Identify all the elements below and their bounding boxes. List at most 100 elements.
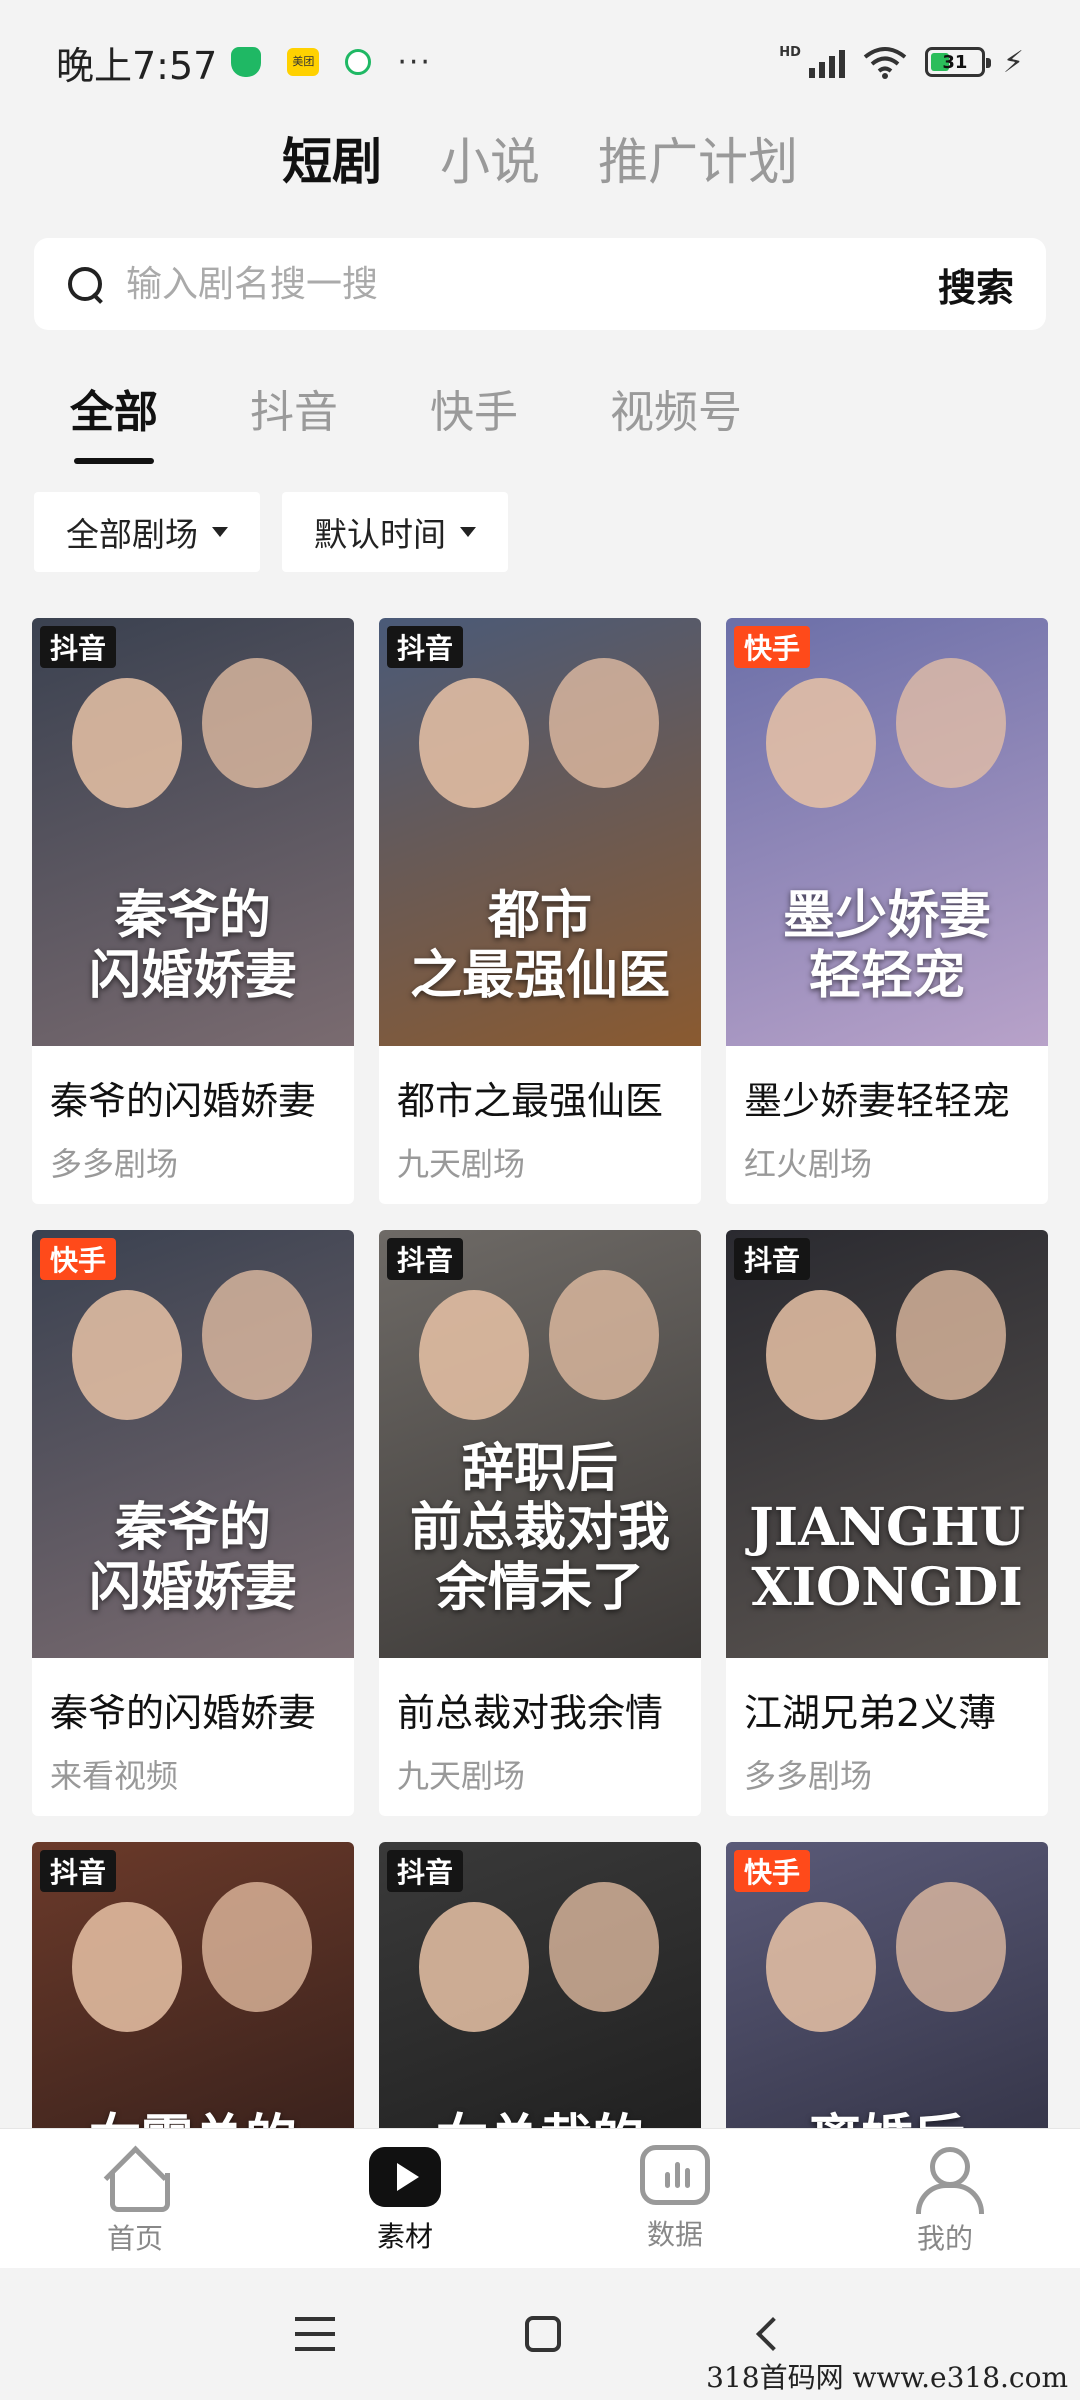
actor-figure bbox=[419, 678, 529, 808]
chart-icon bbox=[640, 2145, 710, 2205]
poster-title: 墨少娇妻 轻轻宠 bbox=[782, 885, 991, 1007]
tab-novel[interactable]: 小说 bbox=[440, 122, 540, 194]
actor-figure bbox=[202, 1270, 312, 1400]
nav-home[interactable]: 首页 bbox=[0, 2129, 270, 2268]
drama-card[interactable]: 秦爷的 闪婚娇妻 抖音秦爷的闪婚娇妻多多剧场 bbox=[32, 618, 354, 1204]
drama-card[interactable]: 都市 之最强仙医 抖音都市之最强仙医九天剧场 bbox=[379, 618, 701, 1204]
tab-kuaishou[interactable]: 快手 bbox=[430, 376, 518, 464]
signal-icon bbox=[808, 46, 845, 78]
watermark: 318首码网 www.e318.com bbox=[706, 2361, 1068, 2394]
search-button[interactable]: 搜索 bbox=[938, 257, 1014, 312]
drama-card[interactable]: 秦爷的 闪婚娇妻 快手秦爷的闪婚娇妻来看视频 bbox=[32, 1230, 354, 1816]
home-icon bbox=[100, 2145, 170, 2212]
tab-video-account[interactable]: 视频号 bbox=[610, 376, 742, 464]
actor-figure bbox=[202, 1882, 312, 2012]
platform-badge: 抖音 bbox=[387, 1850, 464, 1892]
drama-title: 都市之最强仙医 bbox=[397, 1079, 664, 1123]
drama-card[interactable]: 女总裁的 最强司机 抖音 bbox=[379, 1842, 701, 2128]
actor-figure bbox=[896, 1882, 1006, 2012]
drama-poster: 墨少娇妻 轻轻宠 快手 bbox=[726, 618, 1048, 1046]
drama-poster: 都市 之最强仙医 抖音 bbox=[379, 618, 701, 1046]
poster-title: 辞职后 前总裁对我 余情未了 bbox=[409, 1437, 670, 1619]
drama-grid: 秦爷的 闪婚娇妻 抖音 秦爷的闪婚娇妻 多多剧场 都市 之最强仙医 抖音 都市之最强仙医 九天… bbox=[32, 618, 1048, 2128]
bottom-nav: 首页 素材 数据 我的 bbox=[0, 2128, 1080, 2268]
nav-materials[interactable]: 素材 bbox=[270, 2129, 540, 2268]
nav-materials-label: 素材 bbox=[376, 2220, 433, 2253]
theater-filter-label: 全部剧场 bbox=[66, 515, 198, 554]
platform-badge: 抖音 bbox=[40, 626, 117, 668]
actor-figure bbox=[549, 1270, 659, 1400]
drama-card[interactable]: 辞职后 前总裁对我 余情未了 抖音 前总裁对我余情 九天剧场 bbox=[379, 1230, 701, 1816]
platform-badge: 抖音 bbox=[734, 1238, 811, 1280]
filter-bar: 全部剧场 默认时间 bbox=[34, 492, 508, 572]
drama-card[interactable]: 女霸总的 贴身神医 抖音 bbox=[32, 1842, 354, 2128]
platform-tabs: 全部 抖音 快手 视频号 bbox=[70, 376, 742, 466]
nav-data-label: 数据 bbox=[646, 2218, 703, 2251]
actor-figure bbox=[766, 1290, 876, 1420]
platform-badge: 抖音 bbox=[387, 1238, 464, 1280]
platform-badge: 快手 bbox=[734, 1850, 811, 1892]
drama-poster: 女总裁的 最强司机 抖音 bbox=[379, 1842, 701, 2128]
meituan-icon: 美团 bbox=[287, 48, 320, 76]
system-indicators: HD 31 ⚡ bbox=[779, 45, 1024, 80]
drama-card[interactable]: 墨少娇妻 轻轻宠 快手墨少娇妻轻轻宠红火剧场 bbox=[726, 618, 1048, 1204]
theater-name: 来看视频 bbox=[50, 1757, 179, 1795]
platform-badge: 抖音 bbox=[40, 1850, 117, 1892]
drama-poster: 秦爷的 闪婚娇妻 抖音 bbox=[32, 618, 354, 1046]
caret-down-icon bbox=[460, 527, 476, 537]
top-tabs: 短剧 小说 推广计划 bbox=[0, 122, 1080, 194]
battery-level: 31 bbox=[942, 51, 968, 73]
time-sort-dropdown[interactable]: 默认时间 bbox=[282, 492, 508, 572]
user-icon bbox=[910, 2145, 984, 2214]
nav-home-label: 首页 bbox=[106, 2222, 163, 2255]
nav-mine-label: 我的 bbox=[916, 2222, 973, 2255]
battery-icon: 31 bbox=[924, 47, 991, 77]
more-notifications-icon: ··· bbox=[397, 44, 432, 80]
drama-title: 前总裁对我余情 bbox=[397, 1691, 664, 1735]
drama-poster: JIANGHU XIONGDI 抖音 bbox=[726, 1230, 1048, 1658]
drama-title: 秦爷的闪婚娇妻 bbox=[50, 1691, 317, 1735]
drama-title: 秦爷的闪婚娇妻 bbox=[50, 1079, 317, 1123]
tab-all[interactable]: 全部 bbox=[70, 376, 158, 464]
search-bar: 搜索 bbox=[34, 238, 1046, 330]
actor-figure bbox=[549, 1882, 659, 2012]
map-icon bbox=[345, 49, 372, 75]
platform-badge: 快手 bbox=[40, 1238, 117, 1280]
status-bar: 晚上7:57 美团 ··· HD 31 ⚡ bbox=[0, 0, 1080, 124]
drama-poster: 女霸总的 贴身神医 抖音 bbox=[32, 1842, 354, 2128]
drama-card[interactable]: 离婚后 她后悔了 快手 bbox=[726, 1842, 1048, 2128]
status-time: 晚上7:57 bbox=[56, 43, 218, 88]
actor-figure bbox=[72, 1290, 182, 1420]
charging-icon: ⚡ bbox=[1002, 44, 1024, 80]
actor-figure bbox=[549, 658, 659, 788]
theater-name: 九天剧场 bbox=[397, 1145, 526, 1183]
menu-icon[interactable] bbox=[295, 2317, 335, 2351]
drama-title: 江湖兄弟2义薄 bbox=[744, 1691, 997, 1735]
poster-title: 秦爷的 闪婚娇妻 bbox=[88, 1497, 297, 1619]
poster-title: 都市 之最强仙医 bbox=[409, 885, 670, 1007]
theater-name: 红火剧场 bbox=[744, 1145, 873, 1183]
hd-label: HD bbox=[779, 44, 801, 60]
shield-icon bbox=[231, 47, 262, 77]
drama-card[interactable]: JIANGHU XIONGDI 抖音江湖兄弟2义薄多多剧场 bbox=[726, 1230, 1048, 1816]
search-input[interactable] bbox=[126, 263, 938, 305]
theater-name: 多多剧场 bbox=[50, 1145, 179, 1183]
tab-promotion-plan[interactable]: 推广计划 bbox=[598, 122, 798, 194]
poster-title: JIANGHU XIONGDI bbox=[749, 1497, 1025, 1619]
actor-figure bbox=[896, 1270, 1006, 1400]
tab-douyin[interactable]: 抖音 bbox=[250, 376, 338, 464]
time-sort-label: 默认时间 bbox=[314, 515, 446, 554]
search-icon bbox=[66, 265, 104, 303]
nav-mine[interactable]: 我的 bbox=[810, 2129, 1080, 2268]
back-icon[interactable] bbox=[756, 2317, 790, 2351]
actor-figure bbox=[896, 658, 1006, 788]
actor-figure bbox=[72, 678, 182, 808]
theater-filter-dropdown[interactable]: 全部剧场 bbox=[34, 492, 260, 572]
nav-data[interactable]: 数据 bbox=[540, 2129, 810, 2268]
theater-name: 多多剧场 bbox=[744, 1757, 873, 1795]
tab-short-drama[interactable]: 短剧 bbox=[282, 122, 382, 194]
home-square-icon[interactable] bbox=[525, 2316, 561, 2352]
poster-title: 女总裁的 最强司机 bbox=[379, 2110, 701, 2128]
drama-title: 墨少娇妻轻轻宠 bbox=[744, 1079, 1011, 1123]
actor-figure bbox=[766, 1902, 876, 2032]
